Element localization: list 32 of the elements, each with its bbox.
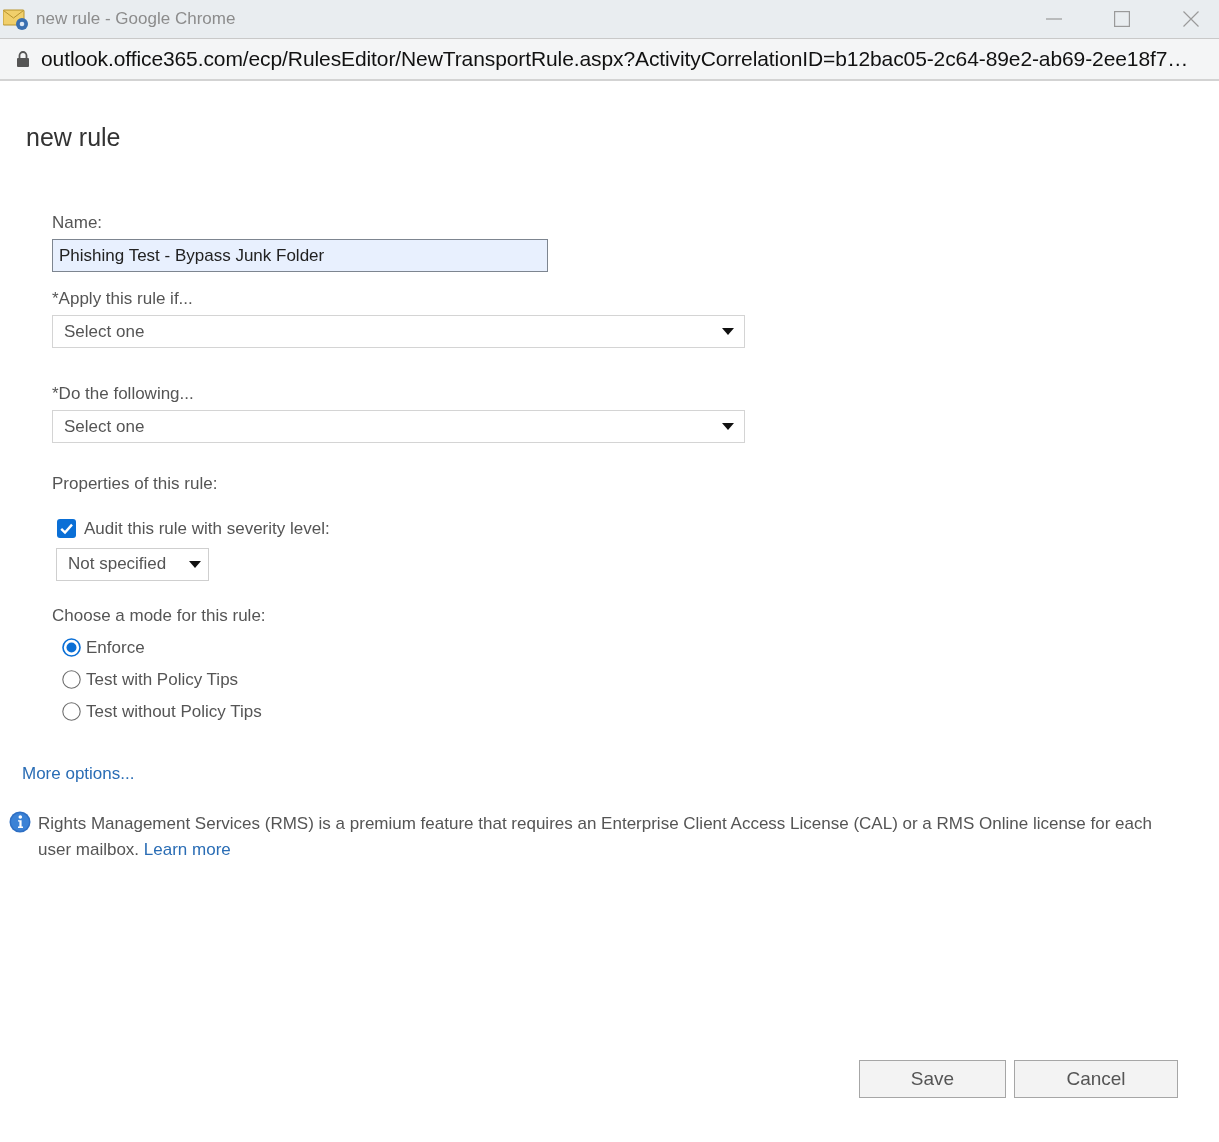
severity-dropdown[interactable]: Not specified bbox=[56, 547, 209, 581]
cancel-button[interactable]: Cancel bbox=[1014, 1060, 1178, 1098]
checkbox[interactable] bbox=[57, 519, 76, 539]
radio-button[interactable] bbox=[62, 702, 81, 721]
more-options-link[interactable]: More options... bbox=[22, 760, 135, 786]
rms-notice-text: Rights Management Services (RMS) is a premium feature that requires an Enterprise Client Access License (CAL) or a RMS Online license for each user mailbox. Learn more bbox=[38, 813, 1153, 861]
caret-icon bbox=[189, 560, 201, 568]
field-label: Name: bbox=[52, 212, 104, 234]
caret-icon bbox=[722, 423, 734, 430]
radio-label: Test without Policy Tips bbox=[86, 700, 262, 723]
field-label: *Apply this rule if... bbox=[52, 288, 194, 310]
name-input-field[interactable]: Phishing Test - Bypass Junk Folder bbox=[52, 239, 548, 272]
info-icon bbox=[9, 811, 31, 833]
radio-button[interactable] bbox=[62, 670, 81, 689]
close-icon[interactable] bbox=[1183, 11, 1199, 27]
window-title: new rule - Google Chrome bbox=[36, 8, 236, 31]
condition-dropdown[interactable]: Select one bbox=[52, 410, 745, 443]
envelope-gear-icon bbox=[3, 7, 29, 31]
section-heading: Choose a mode for this rule: bbox=[52, 604, 267, 627]
field-label: *Do the following... bbox=[52, 383, 195, 405]
section-heading: Properties of this rule: bbox=[52, 473, 219, 495]
dialog-title: new rule bbox=[26, 122, 122, 153]
lock-icon bbox=[17, 51, 29, 67]
condition-dropdown[interactable]: Select one bbox=[52, 315, 745, 348]
radio-label: Test with Policy Tips bbox=[86, 668, 239, 691]
checkbox-label: Audit this rule with severity level: bbox=[84, 518, 330, 540]
caret-icon bbox=[722, 328, 734, 335]
save-button[interactable]: Save bbox=[859, 1060, 1006, 1098]
radio-button[interactable] bbox=[62, 638, 81, 657]
learn-more-link[interactable]: Learn more bbox=[143, 840, 231, 859]
maximize-icon[interactable] bbox=[1114, 11, 1130, 27]
radio-label: Enforce bbox=[86, 636, 145, 659]
